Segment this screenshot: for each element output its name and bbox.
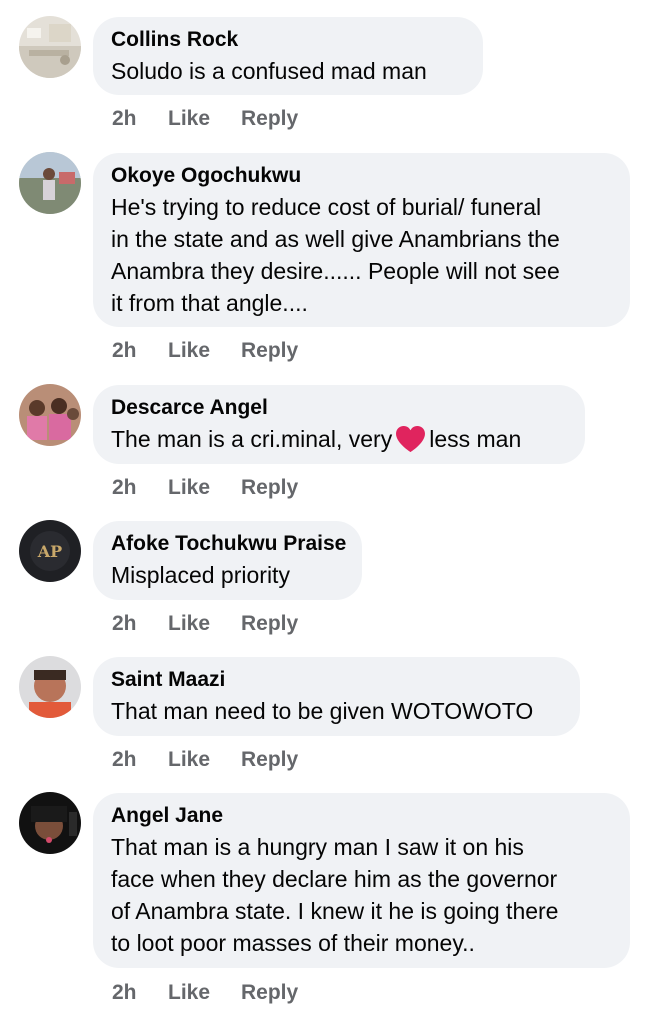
reply-button[interactable]: Reply <box>241 339 298 363</box>
comment-author[interactable]: Okoye Ogochukwu <box>111 163 612 189</box>
comment-author[interactable]: Angel Jane <box>111 803 612 829</box>
comment-text-part: less man <box>429 426 522 452</box>
comment-text: That man is a hungry man I saw it on his… <box>111 831 612 959</box>
avatar[interactable] <box>19 16 81 78</box>
comment-text-line: it from that angle.... <box>111 290 308 316</box>
comment-bubble: Angel Jane That man is a hungry man I sa… <box>93 793 630 968</box>
comment-text-line: That man need to be given WOTOWOTO <box>111 698 534 724</box>
comment-text-line: of Anambra state. I knew it he is going … <box>111 898 559 924</box>
comment-bubble: Descarce Angel The man is a cri.minal, v… <box>93 385 585 464</box>
avatar-photo: AP <box>19 520 81 582</box>
avatar[interactable] <box>19 384 81 446</box>
like-button[interactable]: Like <box>168 476 241 500</box>
comment-actions: 2h Like Reply <box>112 612 298 636</box>
comment-actions: 2h Like Reply <box>112 107 298 131</box>
reply-button[interactable]: Reply <box>241 107 298 131</box>
comment-actions: 2h Like Reply <box>112 339 298 363</box>
comment-text-line: face when they declare him as the govern… <box>111 866 558 892</box>
comment-bubble: Afoke Tochukwu Praise Misplaced priority <box>93 521 362 600</box>
comment-bubble: Collins Rock Soludo is a confused mad ma… <box>93 17 483 95</box>
comment-text-line: to loot poor masses of their money.. <box>111 930 475 956</box>
like-button[interactable]: Like <box>168 981 241 1005</box>
comment-text-line: He's trying to reduce cost of burial/ fu… <box>111 194 542 220</box>
like-button[interactable]: Like <box>168 612 241 636</box>
avatar-photo <box>19 792 81 854</box>
comment-actions: 2h Like Reply <box>112 981 298 1005</box>
comment-text-line: Soludo is a confused mad man <box>111 58 427 84</box>
comment-text-line: Anambra they desire...... People will no… <box>111 258 560 284</box>
comment-text-part: The man is a cri.minal, very <box>111 426 393 452</box>
comment-text: He's trying to reduce cost of burial/ fu… <box>111 191 612 319</box>
like-button[interactable]: Like <box>168 107 241 131</box>
comment-text: Soludo is a confused mad man <box>111 55 465 87</box>
avatar[interactable]: AP <box>19 520 81 582</box>
comment-text-line: That man is a hungry man I saw it on his <box>111 834 524 860</box>
avatar-photo <box>19 16 81 78</box>
comment-timestamp[interactable]: 2h <box>112 339 168 363</box>
comment-actions: 2h Like Reply <box>112 476 298 500</box>
comment-author[interactable]: Afoke Tochukwu Praise <box>111 531 346 557</box>
avatar-photo <box>19 152 81 214</box>
reply-button[interactable]: Reply <box>241 748 298 772</box>
comment-timestamp[interactable]: 2h <box>112 748 168 772</box>
reply-button[interactable]: Reply <box>241 981 298 1005</box>
comment-author[interactable]: Collins Rock <box>111 27 465 53</box>
avatar-photo <box>19 384 81 446</box>
comment-author[interactable]: Descarce Angel <box>111 395 567 421</box>
comment-text-line: Misplaced priority <box>111 562 290 588</box>
avatar[interactable] <box>19 792 81 854</box>
comment-timestamp[interactable]: 2h <box>112 107 168 131</box>
comment-text-line: in the state and as well give Anambrians… <box>111 226 560 252</box>
comment-actions: 2h Like Reply <box>112 748 298 772</box>
comment-timestamp[interactable]: 2h <box>112 612 168 636</box>
comment-text: That man need to be given WOTOWOTO <box>111 695 562 727</box>
comment-timestamp[interactable]: 2h <box>112 981 168 1005</box>
comment-text: Misplaced priority <box>111 559 344 591</box>
avatar-photo <box>19 656 81 718</box>
comment-bubble: Okoye Ogochukwu He's trying to reduce co… <box>93 153 630 327</box>
avatar[interactable] <box>19 656 81 718</box>
reply-button[interactable]: Reply <box>241 476 298 500</box>
avatar[interactable] <box>19 152 81 214</box>
comment-text: The man is a cri.minal, very less man <box>111 423 567 455</box>
comment-author[interactable]: Saint Maazi <box>111 667 562 693</box>
comment-timestamp[interactable]: 2h <box>112 476 168 500</box>
svg-text:AP: AP <box>37 542 62 561</box>
red-heart-icon <box>396 425 426 453</box>
reply-button[interactable]: Reply <box>241 612 298 636</box>
comment-text-line: The man is a cri.minal, very less man <box>111 423 567 455</box>
like-button[interactable]: Like <box>168 339 241 363</box>
like-button[interactable]: Like <box>168 748 241 772</box>
comment-bubble: Saint Maazi That man need to be given WO… <box>93 657 580 736</box>
